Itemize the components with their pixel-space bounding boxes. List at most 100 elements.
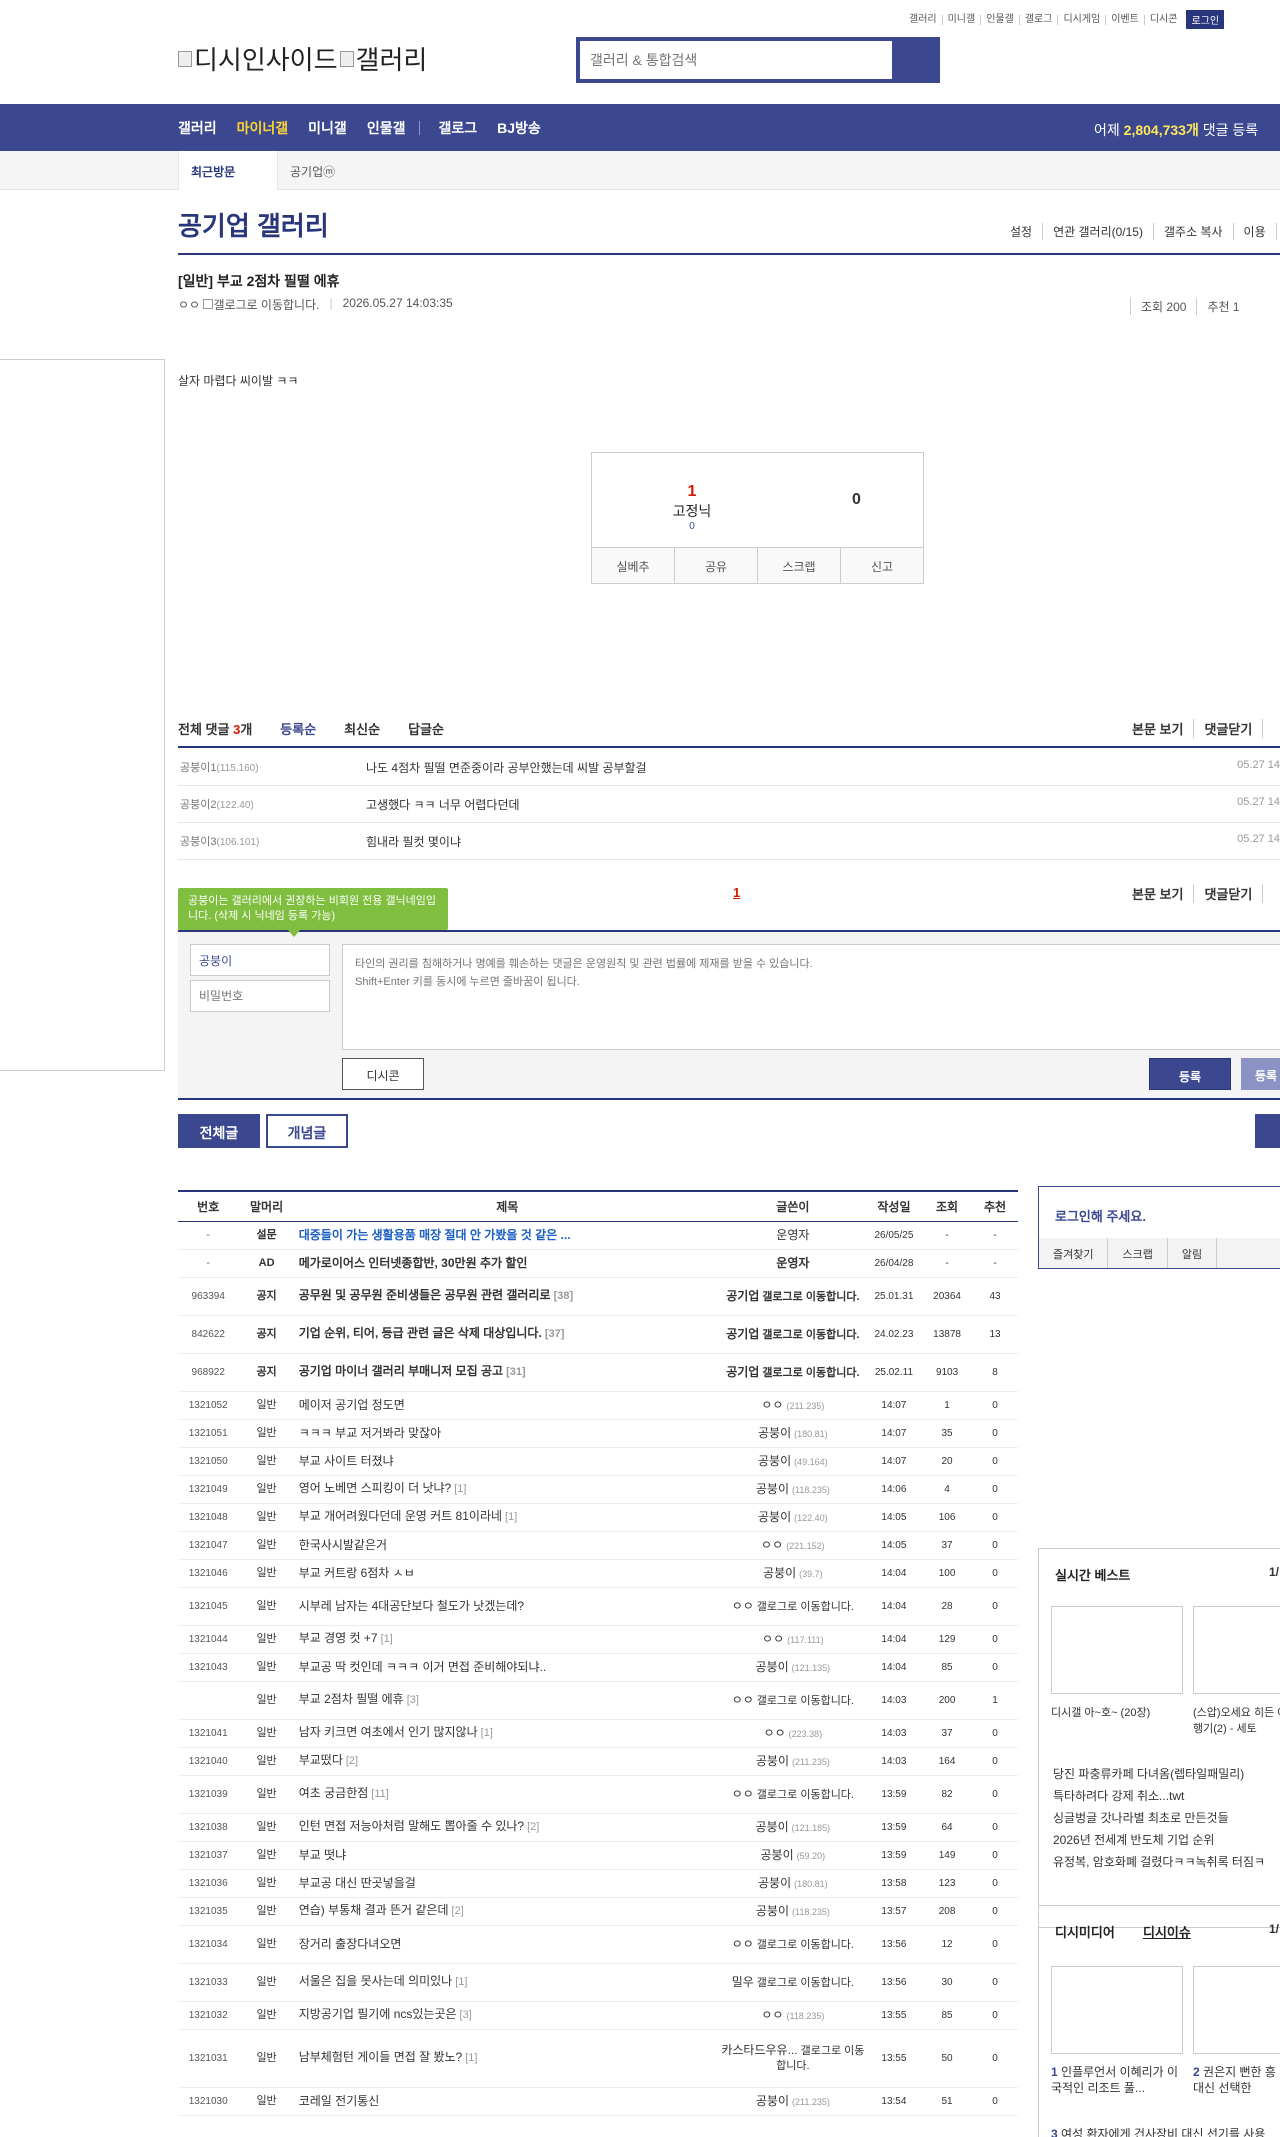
table-row[interactable]: 963394 공지 공무원 및 공무원 준비생들은 공무원 관련 갤러리로 [38] 공…	[178, 1277, 1018, 1316]
table-row[interactable]: 1321032 일반 지방공기업 필기에 ncs있는곳은 [3] ㅇㅇ (118.235)…	[178, 2001, 1018, 2030]
alarm-button[interactable]: 알림	[1168, 1238, 1218, 1268]
best-caption[interactable]: (스압)오세요 히든 여행기(2) - 세토	[1193, 1705, 1280, 1737]
table-row[interactable]: 1321045 일반 시부레 남자는 4대공단보다 철도가 낫겠는데? ㅇㅇ 갤로그로 …	[178, 1587, 1018, 1626]
post-link[interactable]: 영어 노베면 스피킹이 더 낫냐?	[299, 1481, 452, 1495]
post-writer[interactable]: 공붕이 (39.7)	[719, 1559, 866, 1588]
search-input[interactable]	[580, 41, 892, 79]
post-title-cell[interactable]: ㅋㅋㅋ 부교 저거봐라 맞잖아	[294, 1419, 720, 1448]
best-list-item[interactable]: 유정복, 암호화폐 걸렸다ㅋㅋ녹취록 터짐ㅋ	[1053, 1851, 1265, 1873]
table-row[interactable]: - AD 메가로이어스 인터넷종합반, 30만원 추가 할인 운영자 26/04/28-…	[178, 1249, 1018, 1278]
post-title-cell[interactable]: 시부레 남자는 4대공단보다 철도가 낫겠는데?	[294, 1587, 720, 1626]
favorites-button[interactable]: 즐겨찾기	[1039, 1238, 1109, 1268]
close-comments-button[interactable]: 댓글닫기	[1194, 884, 1264, 903]
sort-latest[interactable]: 최신순	[344, 719, 380, 738]
search-button[interactable]	[892, 41, 936, 79]
post-title-cell[interactable]: 부교 개어려웠다던데 운영 커트 81이라네 [1]	[294, 1503, 720, 1532]
post-title-cell[interactable]: 영어 노베면 스피킹이 더 낫냐? [1]	[294, 1475, 720, 1504]
gallog-link[interactable]: 갤로그로 이동합니다.	[213, 298, 319, 312]
post-link[interactable]: 서울은 집을 못사는데 의미있나	[299, 1974, 453, 1988]
post-writer[interactable]: 공붕이 (118.235)	[719, 1897, 866, 1926]
table-row[interactable]: 1321051 일반 ㅋㅋㅋ 부교 저거봐라 맞잖아 공붕이 (180.81) 14:07…	[178, 1419, 1018, 1448]
post-title-cell[interactable]: 장거리 출장다녀오면	[294, 1925, 720, 1964]
submit-comment-button[interactable]: 등록	[1149, 1058, 1231, 1090]
table-row[interactable]: 1321030 일반 코레일 전기통신 공붕이 (211.235) 13:54 51 0	[178, 2087, 1018, 2116]
login-message[interactable]: 로그인해 주세요.	[1055, 1206, 1146, 1225]
post-writer[interactable]: ㅇㅇ 갤로그로 이동합니다.	[719, 1775, 866, 1814]
view-body-button[interactable]: 본문 보기	[1122, 884, 1195, 903]
post-writer[interactable]: 공붕이 (121.185)	[719, 1813, 866, 1842]
reply-count[interactable]: [3]	[407, 1694, 419, 1706]
post-writer[interactable]: 공기업 갤로그로 이동합니다.	[719, 1315, 866, 1354]
post-link[interactable]: 대중들이 가는 생활용품 매장 절대 안 가봤을 것 같은 ...	[299, 1228, 571, 1242]
post-writer[interactable]: 공붕이 (211.235)	[719, 1747, 866, 1776]
write-post-button[interactable]	[1255, 1114, 1280, 1148]
post-writer[interactable]: 공기업 갤로그로 이동합니다.	[719, 1277, 866, 1316]
post-link[interactable]: 부교 경영 컷 +7	[299, 1631, 378, 1645]
util-link-minor[interactable]: 미니갤	[943, 14, 982, 25]
post-writer[interactable]: ㅇㅇ 갤로그로 이동합니다.	[719, 1925, 866, 1964]
media-caption[interactable]: 3 여성 환자에게 건사장비 대신 선기를 사용	[1051, 2126, 1280, 2137]
util-link-gallery[interactable]: 갤러리	[904, 14, 943, 25]
sort-register[interactable]: 등록순	[280, 719, 316, 738]
nickname-input[interactable]	[190, 944, 330, 976]
gallog-link[interactable]: 갤로그로 이동합니다.	[762, 1367, 859, 1379]
comment-nick[interactable]: 공붕이3(106.101)	[178, 833, 366, 849]
table-row[interactable]: 1321046 일반 부교 커트랑 6점차 ㅅㅂ 공붕이 (39.7) 14:04 100 0	[178, 1559, 1018, 1588]
post-link[interactable]: 남자 키크면 여초에서 인기 많지않나	[299, 1725, 478, 1739]
post-title-cell[interactable]: 여초 궁금한점 [11]	[294, 1775, 720, 1814]
post-writer[interactable]: ㅇㅇ 갤로그로 이동합니다.	[178, 296, 319, 313]
best-thumbnail[interactable]	[1193, 1606, 1280, 1694]
post-link[interactable]: 코레일 전기통신	[299, 2094, 380, 2108]
media-thumbnail[interactable]	[1051, 1966, 1183, 2054]
reply-count[interactable]: [1]	[505, 1511, 517, 1523]
submit-comment-button-2[interactable]: 등록	[1241, 1058, 1280, 1090]
scrap-button[interactable]: 스크랩	[758, 548, 841, 583]
post-writer[interactable]: 공기업 갤로그로 이동합니다.	[719, 1353, 866, 1392]
post-link[interactable]: 부교공 딱 컷인데 ㅋㅋㅋ 이거 면접 준비해야되냐..	[299, 1660, 546, 1674]
media-issue-tab[interactable]: 디시이슈	[1143, 1922, 1191, 1941]
gallog-link[interactable]: 갤로그로 이동합니다.	[762, 1329, 859, 1341]
comment-nick[interactable]: 공붕이2(122.40)	[178, 796, 366, 812]
post-link[interactable]: 메가로이어스 인터넷종합반, 30만원 추가 할인	[299, 1256, 528, 1270]
util-link-person[interactable]: 인물갤	[981, 14, 1020, 25]
report-button[interactable]: 신고	[841, 548, 923, 583]
post-title-cell[interactable]: 공기업 마이너 갤러리 부매니저 모집 공고 [31]	[294, 1353, 720, 1392]
post-link[interactable]: 부교 개어려웠다던데 운영 커트 81이라네	[299, 1509, 502, 1523]
nav-gallog[interactable]: 갤로그	[438, 118, 477, 138]
password-input[interactable]	[190, 980, 330, 1012]
gallog-link[interactable]: 갤로그로 이동합니다.	[757, 1939, 854, 1951]
nav-gallery[interactable]: 갤러리	[178, 118, 217, 138]
post-link[interactable]: 기업 순위, 티어, 등급 관련 글은 삭제 대상입니다.	[299, 1326, 542, 1340]
copy-address[interactable]: 갤주소 복사	[1154, 223, 1234, 240]
post-title-cell[interactable]: 공무원 및 공무원 준비생들은 공무원 관련 갤러리로 [38]	[294, 1277, 720, 1316]
post-title-cell[interactable]: 서울은 집을 못사는데 의미있나 [1]	[294, 1963, 720, 2002]
table-row[interactable]: 1321048 일반 부교 개어려웠다던데 운영 커트 81이라네 [1] 공붕이 (12…	[178, 1503, 1018, 1532]
post-link[interactable]: 여초 궁금한점	[299, 1786, 369, 1800]
recent-gallery-link[interactable]: 공기업ⓜ	[290, 163, 335, 180]
table-row[interactable]: 1321040 일반 부교떴다 [2] 공붕이 (211.235) 14:03 164 0	[178, 1747, 1018, 1776]
post-writer[interactable]: ㅇㅇ 갤로그로 이동합니다.	[719, 1681, 866, 1720]
post-writer[interactable]: 공붕이 (49.164)	[719, 1447, 866, 1476]
table-row[interactable]: 1321031 일반 남부체험턴 게이들 면접 잘 봤노? [1] 카스타드우유... 갤…	[178, 2029, 1018, 2088]
gallery-title[interactable]: 공기업 갤러리	[178, 206, 329, 243]
post-writer[interactable]: ㅇㅇ (221.152)	[719, 1531, 866, 1560]
reply-count[interactable]: [1]	[454, 1483, 466, 1495]
dccon-button[interactable]: 디시콘	[342, 1058, 424, 1090]
table-row[interactable]: 1321050 일반 부교 사이트 터졌냐 공붕이 (49.164) 14:07 20 0	[178, 1447, 1018, 1476]
post-link[interactable]: 부교 커트랑 6점차 ㅅㅂ	[299, 1566, 415, 1580]
nav-bj[interactable]: BJ방송	[497, 118, 541, 138]
post-writer[interactable]: 공붕이 (180.81)	[719, 1869, 866, 1898]
best-recommend-button[interactable]: 실베추	[592, 548, 675, 583]
ad-banner[interactable]	[0, 359, 165, 1071]
post-title-cell[interactable]: 남부체험턴 게이들 면접 잘 봤노? [1]	[294, 2029, 720, 2088]
recent-visit-tab[interactable]: 최근방문	[178, 151, 278, 190]
table-row[interactable]: 1321043 일반 부교공 딱 컷인데 ㅋㅋㅋ 이거 면접 준비해야되냐.. 공붕이…	[178, 1653, 1018, 1682]
login-button[interactable]: 로그인	[1186, 10, 1225, 29]
post-title-cell[interactable]: 남자 키크면 여초에서 인기 많지않나 [1]	[294, 1719, 720, 1748]
gallog-link[interactable]: 갤로그로 이동합니다.	[762, 1291, 859, 1303]
table-row[interactable]: 1321052 일반 메이저 공기업 정도면 ㅇㅇ (211.235) 14:07 1 0	[178, 1391, 1018, 1420]
scrap-list-button[interactable]: 스크랩	[1108, 1238, 1168, 1268]
post-link[interactable]: 시부레 남자는 4대공단보다 철도가 낫겠는데?	[299, 1599, 524, 1613]
post-link[interactable]: 인턴 면접 저능아처럼 말해도 뽑아줄 수 있나?	[299, 1819, 524, 1833]
post-link[interactable]: 부교떴다	[299, 1753, 343, 1767]
